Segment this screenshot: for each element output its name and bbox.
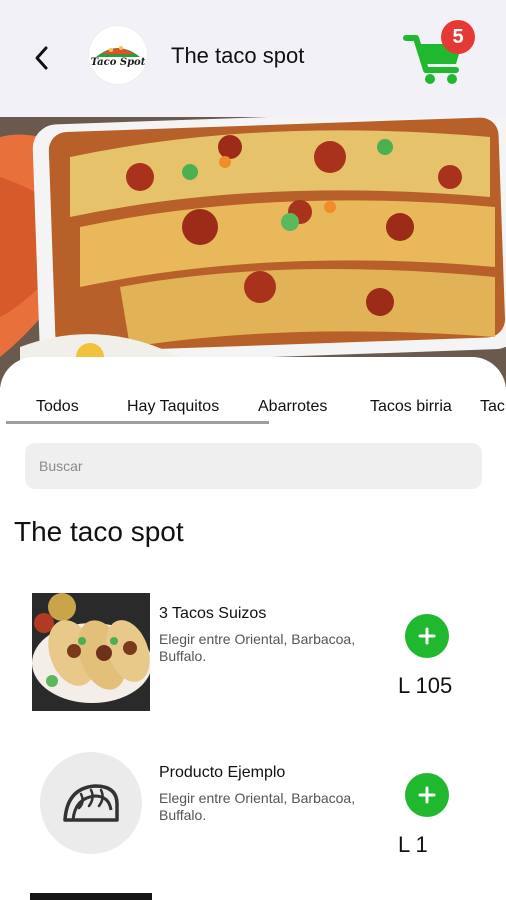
plus-icon	[418, 627, 436, 645]
add-to-cart-button[interactable]	[405, 773, 449, 817]
tab-partial[interactable]: Tac	[480, 398, 505, 416]
product-image	[32, 593, 150, 711]
tab-tacos-birria[interactable]: Tacos birria	[370, 398, 452, 416]
product-name: 3 Tacos Suizos	[159, 605, 267, 622]
product-price: L 1	[398, 832, 428, 857]
product-image-placeholder	[40, 752, 142, 854]
chevron-left-icon	[35, 46, 48, 70]
product-name: Producto Ejemplo	[159, 764, 286, 781]
search-input[interactable]	[25, 443, 482, 489]
tab-hay-taquitos[interactable]: Hay Taquitos	[127, 398, 219, 416]
product-description: Elegir entre Oriental, Barbacoa, Buffalo…	[159, 631, 356, 664]
product-item[interactable]: 3 Tacos Suizos Elegir entre Oriental, Ba…	[0, 593, 506, 723]
product-item[interactable]: Producto Ejemplo Elegir entre Oriental, …	[0, 752, 506, 882]
tab-todos[interactable]: Todos	[36, 398, 79, 416]
store-logo: Taco Spot	[88, 25, 148, 85]
page-title: The taco spot	[171, 43, 305, 68]
tab-indicator	[6, 421, 269, 424]
back-button[interactable]	[26, 40, 58, 76]
taco-icon	[63, 784, 119, 822]
product-description: Elegir entre Oriental, Barbacoa, Buffalo…	[159, 790, 356, 823]
plus-icon	[418, 786, 436, 804]
cart-count-badge: 5	[441, 20, 475, 54]
add-to-cart-button[interactable]	[405, 614, 449, 658]
product-price: L 105	[398, 673, 453, 698]
logo-text: Taco Spot	[90, 57, 146, 68]
hero-image	[0, 117, 506, 387]
tab-abarrotes[interactable]: Abarrotes	[258, 398, 327, 416]
product-image-partial	[30, 893, 152, 900]
section-title: The taco spot	[14, 516, 184, 547]
